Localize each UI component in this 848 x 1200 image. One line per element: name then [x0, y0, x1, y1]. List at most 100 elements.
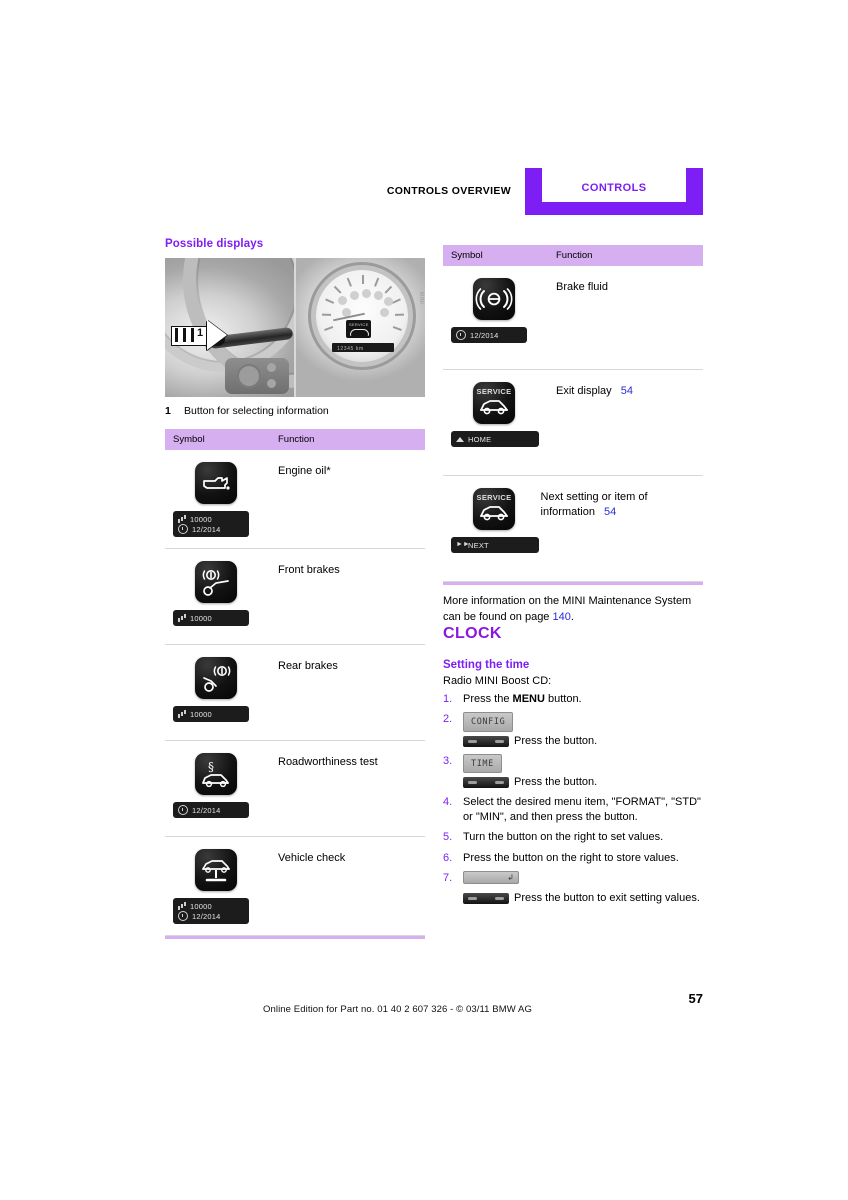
- control-pad-ring: [237, 364, 261, 388]
- row-symbol-cell: 10000: [165, 561, 278, 633]
- row-symbol-cell: § 12/2014: [165, 753, 278, 825]
- telltale-lamp: [374, 291, 383, 300]
- table-row: § 12/2014 Roadworthiness test: [165, 741, 425, 838]
- oil-can-icon: [195, 462, 237, 505]
- radio-model-lead: Radio MINI Boost CD:: [443, 675, 552, 688]
- strip-value: 12/2014: [470, 330, 499, 340]
- clock-icon: [456, 330, 466, 340]
- step-text-after: button.: [544, 693, 582, 706]
- row-symbol-cell: 10000 12/2014: [165, 849, 278, 925]
- manual-page: CONTROLS OVERVIEW CONTROLS Possible disp…: [0, 0, 848, 1200]
- strip-line: 10000: [178, 514, 243, 524]
- telltale-lamp: [350, 291, 359, 300]
- svg-text:§: §: [208, 760, 214, 774]
- page-reference[interactable]: 54: [621, 385, 633, 397]
- radio-display-back: ↲: [463, 870, 519, 884]
- speedometer-dial: SERVICE 12345 km: [316, 270, 408, 362]
- clock-icon: [178, 911, 188, 922]
- radio-button-bar[interactable]: [463, 776, 509, 788]
- row-symbol-cell: SERVICE HOME: [443, 382, 556, 464]
- function-label: Exit display: [556, 385, 612, 397]
- display-strip: 10000: [173, 706, 249, 723]
- step-number: 1.: [443, 693, 453, 706]
- radio-button-bar[interactable]: [463, 893, 509, 905]
- column-header-symbol: Symbol: [173, 434, 205, 446]
- step-number: 5.: [443, 831, 453, 844]
- row-function-text: Front brakes: [278, 564, 340, 577]
- column-header-function: Function: [278, 434, 315, 446]
- dial-tick: [325, 298, 335, 304]
- table-row: 10000 Rear brakes: [165, 645, 425, 742]
- cluster-badge-car-icon: [350, 329, 369, 336]
- step-text: TIME Press the button.: [463, 753, 703, 790]
- lcd-text: TIME: [471, 758, 494, 769]
- step-number: 6.: [443, 851, 453, 864]
- clock-icon: [178, 805, 188, 816]
- gauge-icon: [178, 902, 186, 911]
- display-strip: 10000 12/2014: [173, 898, 249, 925]
- step-text-bold: MENU: [512, 693, 545, 706]
- dial-tick: [394, 313, 405, 316]
- step-number: 4.: [443, 796, 453, 809]
- figure-steering-photo: 1: [165, 258, 294, 397]
- maintenance-note: More information on the MINI Maintenance…: [443, 594, 703, 625]
- page-reference[interactable]: 140: [552, 611, 570, 623]
- telltale-lamp: [338, 296, 347, 305]
- step-instruction: Press the button.: [514, 775, 598, 788]
- step-text: Turn the button on the right to set valu…: [463, 831, 664, 844]
- cluster-odometer: 12345 km: [332, 343, 394, 352]
- page-reference[interactable]: 54: [604, 506, 616, 518]
- callout-arrow-head: [207, 320, 227, 350]
- display-strip: 10000: [173, 610, 249, 627]
- back-arrow-icon: ↲: [507, 872, 514, 882]
- footer-page-number: 57: [688, 991, 703, 1006]
- display-strip: ►► NEXT: [451, 537, 539, 553]
- dial-tick: [391, 298, 401, 304]
- table-bottom-rule: [165, 936, 425, 940]
- instrument-figure: 1 SERVICE 12345 km MINI: [165, 258, 425, 397]
- callout-bar-1: [175, 328, 178, 342]
- figure-cluster-photo: SERVICE 12345 km: [296, 258, 425, 397]
- telltale-lamp: [384, 297, 393, 306]
- step-number: 2.: [443, 713, 453, 726]
- list-item: 4. Select the desired menu item, "FORMAT…: [443, 795, 703, 825]
- step-text: CONFIG Press the button.: [463, 712, 703, 748]
- clock-icon: [178, 524, 188, 535]
- rear-brakes-icon: [195, 657, 237, 700]
- header-overview-label: CONTROLS OVERVIEW: [386, 185, 511, 197]
- left-symbol-table: Symbol Function 10000 12/2014 Engine oil…: [165, 429, 425, 940]
- control-pad-button-b: [267, 379, 276, 388]
- step-button-row: Press the button.: [463, 734, 703, 749]
- table-bottom-rule: [443, 582, 703, 585]
- cluster-badge-label: SERVICE: [349, 322, 369, 327]
- front-brakes-icon: [195, 561, 237, 604]
- row-symbol-cell: 10000: [165, 657, 278, 729]
- strip-value: 12/2014: [192, 524, 221, 534]
- chapter-tab-bracket: CONTROLS: [525, 168, 703, 215]
- row-function-text: Roadworthiness test: [278, 756, 378, 769]
- list-item: 2. CONFIG Press the button.: [443, 712, 703, 748]
- row-symbol-cell: SERVICE ►► NEXT: [443, 488, 541, 570]
- lcd-text: CONFIG: [471, 717, 506, 728]
- step-number: 7.: [443, 871, 453, 884]
- table-header-row: Symbol Function: [165, 429, 425, 451]
- list-item: 6. Press the button on the right to stor…: [443, 851, 703, 866]
- vehicle-check-icon: [195, 849, 237, 892]
- cluster-service-badge: SERVICE: [346, 320, 371, 338]
- service-car-icon: SERVICE: [473, 382, 515, 424]
- step-text: Press the MENU button.: [463, 692, 703, 707]
- callout-bar-2: [183, 328, 186, 342]
- display-strip: 10000 12/2014: [173, 511, 249, 538]
- step-text: Press the button on the right to store v…: [463, 851, 679, 864]
- dial-tick: [333, 285, 342, 294]
- figure-caption-key: 1: [165, 405, 171, 417]
- strip-value: 12/2014: [192, 805, 221, 815]
- row-function-text: Exit display 54: [556, 382, 637, 464]
- radio-display-time: TIME: [463, 753, 502, 773]
- table-row: 10000 12/2014 Vehicle check: [165, 837, 425, 937]
- step-number: 3.: [443, 754, 453, 767]
- page-header: CONTROLS OVERVIEW CONTROLS: [165, 168, 703, 223]
- radio-button-bar[interactable]: [463, 735, 509, 747]
- dial-tick: [321, 313, 332, 316]
- step-text-before: Press the: [463, 693, 513, 706]
